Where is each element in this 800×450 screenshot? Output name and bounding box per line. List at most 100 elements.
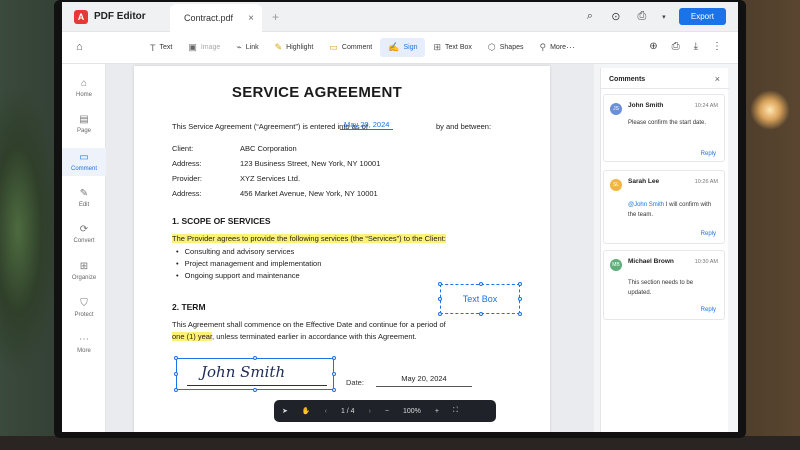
party-label: Provider:: [172, 174, 203, 183]
text-box-icon: ⊞: [433, 42, 442, 52]
comment-card[interactable]: MB Michael Brown 10:30 AM This section n…: [603, 250, 725, 320]
comment-body: @John Smith I will confirm with the team…: [628, 201, 718, 220]
resize-handle[interactable]: [518, 297, 522, 301]
sidebar-item-label: Page: [76, 128, 91, 134]
resize-handle[interactable]: [253, 356, 257, 360]
new-tab-icon[interactable]: +: [272, 10, 279, 24]
tab-title: Contract.pdf: [184, 13, 234, 23]
sidebar-item-comment[interactable]: ▭ Comment: [62, 148, 106, 176]
tool-highlight[interactable]: ✎ Highlight: [267, 38, 322, 57]
section-heading: 2. TERM: [172, 302, 206, 312]
next-page-icon[interactable]: ›: [369, 408, 371, 415]
download-icon[interactable]: ⤓: [694, 41, 698, 52]
tool-highlight-label: Highlight: [286, 44, 314, 51]
tab-close-icon[interactable]: ×: [248, 13, 254, 24]
comment-card[interactable]: SL Sarah Lee 10:26 AM @John Smith I will…: [603, 170, 725, 244]
home-icon[interactable]: ⌂: [76, 41, 83, 53]
sidebar-item-organize[interactable]: ⊞ Organize: [62, 261, 106, 281]
tool-text[interactable]: T Text: [142, 38, 180, 57]
prev-page-icon[interactable]: ‹: [325, 408, 327, 415]
more-icon: ⋯: [79, 334, 89, 345]
sidebar-item-more[interactable]: ⋯ More: [62, 334, 106, 354]
zoom-search-icon[interactable]: ⊕: [649, 41, 657, 52]
resize-handle[interactable]: [438, 297, 442, 301]
app-window: A PDF Editor Contract.pdf × + ⌕ ⊙ ⎙ ▾ Ex…: [62, 2, 738, 432]
mention-link[interactable]: @John Smith: [628, 202, 664, 208]
comment-time: 10:24 AM: [694, 103, 718, 109]
resize-handle[interactable]: [518, 282, 522, 286]
sidebar-item-page[interactable]: ▤ Page: [62, 114, 106, 134]
resize-handle[interactable]: [174, 372, 178, 376]
page-icon: ▤: [79, 114, 89, 125]
tool-sign[interactable]: ✍ Sign: [380, 38, 426, 57]
resize-handle[interactable]: [332, 356, 336, 360]
page-navigation-bar: ➤ ✋ ‹ 1 / 4 › − 100% + ⛶: [274, 400, 496, 422]
resize-handle[interactable]: [479, 282, 483, 286]
document-page: SERVICE AGREEMENT This Service Agreement…: [134, 66, 550, 432]
sidebar-item-edit[interactable]: ✎ Edit: [62, 188, 106, 208]
resize-handle[interactable]: [332, 388, 336, 392]
tool-comment[interactable]: ▭ Comment: [321, 38, 380, 57]
resize-handle[interactable]: [332, 372, 336, 376]
export-button[interactable]: Export: [678, 8, 726, 25]
text-box-annotation[interactable]: Text Box: [438, 282, 522, 316]
resize-handle[interactable]: [479, 312, 483, 316]
overflow-menu-icon[interactable]: ···: [566, 42, 575, 52]
sidebar-item-label: Convert: [73, 238, 95, 244]
tool-image[interactable]: ▣ Image: [180, 38, 228, 57]
resize-handle[interactable]: [438, 282, 442, 286]
tool-text-box-label: Text Box: [445, 44, 472, 51]
intro-date-field[interactable]: May 20, 2024: [340, 120, 394, 130]
hand-tool-icon[interactable]: ✋: [302, 407, 311, 415]
resize-handle[interactable]: [518, 312, 522, 316]
tool-shapes[interactable]: ⬡ Shapes: [480, 38, 532, 57]
app-name: PDF Editor: [94, 11, 146, 22]
close-icon[interactable]: ×: [715, 74, 720, 84]
zoom-in-icon[interactable]: +: [435, 408, 439, 415]
zoom-level[interactable]: 100%: [403, 408, 421, 415]
comment-author: Sarah Lee: [628, 178, 660, 185]
date-label: Date:: [346, 378, 364, 387]
party-label: Address:: [172, 159, 202, 168]
resize-handle[interactable]: [174, 356, 178, 360]
comment-author: John Smith: [628, 102, 664, 109]
zoom-out-icon[interactable]: −: [385, 408, 389, 415]
reply-button[interactable]: Reply: [701, 231, 716, 237]
list-item: Ongoing support and maintenance: [176, 271, 300, 280]
reply-button[interactable]: Reply: [701, 151, 716, 157]
intro-text: This Service Agreement (“Agreement”) is …: [172, 122, 368, 131]
fullscreen-icon[interactable]: ⛶: [453, 407, 458, 415]
sidebar-item-home[interactable]: ⌂ Home: [62, 78, 106, 98]
highlighted-text[interactable]: The Provider agrees to provide the follo…: [172, 234, 446, 243]
tab-contract[interactable]: Contract.pdf ×: [170, 4, 262, 32]
tool-comment-label: Comment: [341, 44, 373, 51]
print-icon[interactable]: ⎙: [635, 10, 649, 23]
select-cursor-icon[interactable]: ➤: [282, 407, 288, 415]
print-icon[interactable]: ⎙: [672, 41, 680, 52]
tool-text-box[interactable]: ⊞ Text Box: [425, 38, 479, 57]
signature-line: [187, 385, 327, 386]
signature-icon: ✍: [388, 42, 400, 52]
resize-handle[interactable]: [253, 388, 257, 392]
intro-text-end: by and between:: [436, 122, 492, 131]
tool-more-label: More: [550, 44, 567, 51]
avatar: JS: [610, 103, 622, 115]
resize-handle[interactable]: [438, 312, 442, 316]
background-lamp: [750, 90, 790, 130]
party-value: 123 Business Street, New York, NY 10001: [240, 159, 381, 168]
resize-handle[interactable]: [174, 388, 178, 392]
sidebar-item-convert[interactable]: ⟳ Convert: [62, 224, 106, 244]
highlighted-text[interactable]: one (1) year: [172, 332, 213, 341]
signature-field[interactable]: John Smith: [174, 356, 336, 392]
kebab-menu-icon[interactable]: ⋮: [712, 41, 722, 52]
reply-button[interactable]: Reply: [701, 307, 716, 313]
tool-link[interactable]: ⌁ Link: [228, 38, 266, 57]
party-value: XYZ Services Ltd.: [240, 174, 301, 183]
chevron-down-icon[interactable]: ▾: [661, 13, 667, 21]
comment-card[interactable]: JS John Smith 10:24 AM Please confirm th…: [603, 94, 725, 162]
tool-shapes-label: Shapes: [499, 44, 524, 51]
sidebar-item-protect[interactable]: ⛉ Protect: [62, 298, 106, 318]
search-icon[interactable]: ⌕: [583, 10, 597, 23]
date-field[interactable]: May 20, 2024: [376, 374, 472, 387]
zoom-icon[interactable]: ⊙: [609, 10, 623, 23]
